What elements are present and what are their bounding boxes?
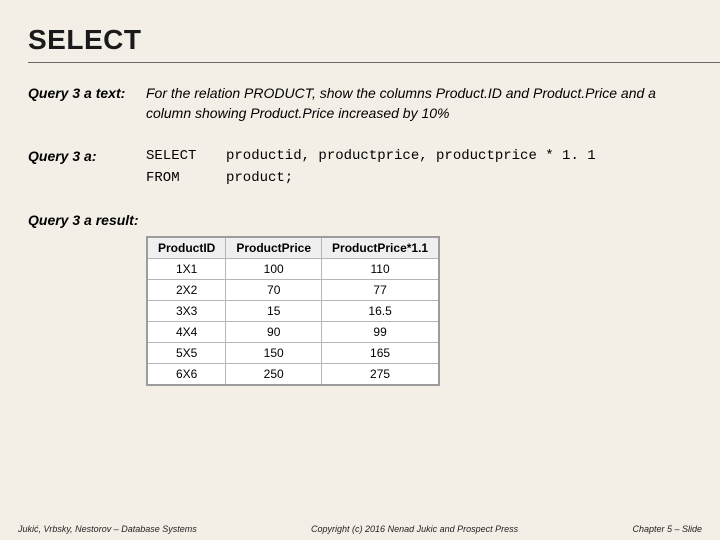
query-text-row: Query 3 a text: For the relation PRODUCT… xyxy=(28,83,692,124)
cell: 1X1 xyxy=(147,259,226,280)
slide-title: SELECT xyxy=(28,24,692,60)
table-header-row: ProductID ProductPrice ProductPrice*1.1 xyxy=(147,237,439,259)
cell: 77 xyxy=(322,280,440,301)
sql-keyword-from: FROM xyxy=(146,168,226,188)
query-result-label: Query 3 a result: xyxy=(28,210,188,230)
sql-block: SELECT productid, productprice, productp… xyxy=(146,146,692,189)
table-row: 4X4 90 99 xyxy=(147,322,439,343)
slide: SELECT Query 3 a text: For the relation … xyxy=(0,0,720,540)
query-text-body: For the relation PRODUCT, show the colum… xyxy=(146,83,692,124)
cell: 16.5 xyxy=(322,301,440,322)
footer-center: Copyright (c) 2016 Nenad Jukic and Prosp… xyxy=(197,524,633,534)
table-row: 3X3 15 16.5 xyxy=(147,301,439,322)
col-header: ProductPrice xyxy=(226,237,322,259)
cell: 275 xyxy=(322,364,440,386)
query-sql-label: Query 3 a: xyxy=(28,146,146,189)
query-sql-row: Query 3 a: SELECT productid, productpric… xyxy=(28,146,692,189)
sql-from-table: product; xyxy=(226,168,692,188)
result-area: ProductID ProductPrice ProductPrice*1.1 … xyxy=(146,236,692,386)
sql-select-columns: productid, productprice, productprice * … xyxy=(226,146,692,166)
cell: 3X3 xyxy=(147,301,226,322)
footer-left: Jukić, Vrbsky, Nestorov – Database Syste… xyxy=(18,524,197,534)
cell: 165 xyxy=(322,343,440,364)
cell: 6X6 xyxy=(147,364,226,386)
cell: 250 xyxy=(226,364,322,386)
cell: 99 xyxy=(322,322,440,343)
cell: 150 xyxy=(226,343,322,364)
footer: Jukić, Vrbsky, Nestorov – Database Syste… xyxy=(0,524,720,534)
footer-right: Chapter 5 – Slide xyxy=(632,524,702,534)
query-result-row: Query 3 a result: xyxy=(28,210,692,230)
table-row: 6X6 250 275 xyxy=(147,364,439,386)
cell: 100 xyxy=(226,259,322,280)
table-row: 2X2 70 77 xyxy=(147,280,439,301)
sql-keyword-select: SELECT xyxy=(146,146,226,166)
table-row: 1X1 100 110 xyxy=(147,259,439,280)
query-sql-body: SELECT productid, productprice, productp… xyxy=(146,146,692,189)
title-divider xyxy=(28,62,720,63)
cell: 110 xyxy=(322,259,440,280)
cell: 2X2 xyxy=(147,280,226,301)
col-header: ProductPrice*1.1 xyxy=(322,237,440,259)
result-table: ProductID ProductPrice ProductPrice*1.1 … xyxy=(146,236,440,386)
col-header: ProductID xyxy=(147,237,226,259)
table-row: 5X5 150 165 xyxy=(147,343,439,364)
cell: 15 xyxy=(226,301,322,322)
cell: 90 xyxy=(226,322,322,343)
cell: 70 xyxy=(226,280,322,301)
query-text-label: Query 3 a text: xyxy=(28,83,146,124)
cell: 5X5 xyxy=(147,343,226,364)
cell: 4X4 xyxy=(147,322,226,343)
